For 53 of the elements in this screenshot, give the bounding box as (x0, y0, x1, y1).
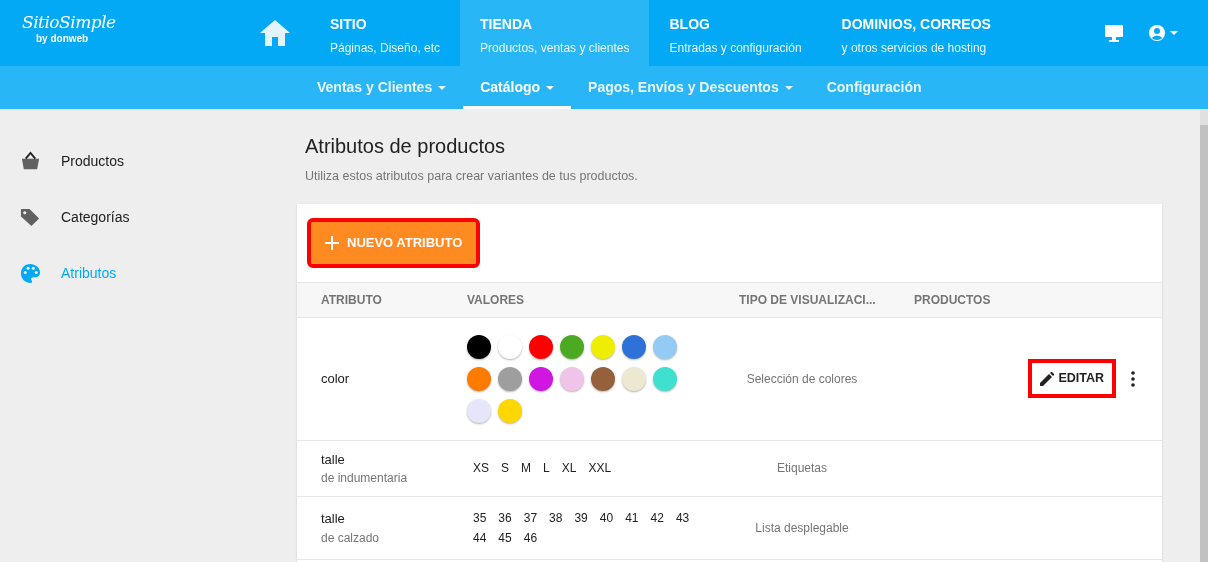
value-label: 37 (522, 509, 539, 527)
value-label: 35 (472, 509, 488, 527)
logo-byline: by donweb (35, 32, 90, 46)
value-label: 38 (548, 509, 564, 527)
value-label: S (500, 460, 511, 478)
sidebar-item[interactable]: Categorías (0, 189, 290, 245)
logo-text: SitioSimple (22, 14, 117, 31)
value-label: 45 (497, 529, 513, 547)
page-subtitle: Utiliza estos atributos para crear variantes de tus productos. (305, 168, 639, 185)
column-header: VALORES (467, 291, 526, 309)
attribute-name: talle (321, 510, 346, 528)
tag-icon (20, 206, 41, 228)
value-label: 46 (522, 529, 539, 547)
sidebar-item[interactable]: Productos (0, 133, 290, 189)
basket-icon (20, 150, 41, 172)
attribute-name: talle (321, 450, 346, 469)
value-label: M (520, 460, 533, 478)
value-label: 36 (497, 509, 513, 527)
sub-nav-tab[interactable]: Configuración (809, 66, 939, 109)
value-label: 40 (598, 509, 615, 527)
value-label: 42 (649, 509, 665, 527)
value-label: 43 (674, 509, 691, 527)
plus-icon (325, 235, 339, 250)
pencil-icon (1040, 371, 1055, 386)
column-header: PRODUCTOS (914, 291, 992, 309)
value-label: L (542, 460, 551, 478)
sub-nav-tab[interactable]: Catálogo (463, 66, 572, 109)
display-type: Selección de colores (745, 370, 859, 388)
display-type: Etiquetas (775, 460, 828, 478)
main-nav-tab[interactable]: SITIO Páginas, Diseño, etc (310, 0, 461, 66)
main-nav-tab[interactable]: TIENDA Productos, ventas y clientes (460, 0, 650, 66)
monitor-icon[interactable] (1104, 24, 1124, 42)
main-nav-tab[interactable]: BLOG Entradas y configuración (649, 0, 822, 66)
palette-icon (20, 262, 41, 284)
value-label: 44 (472, 529, 488, 547)
column-header: ATRIBUTO (321, 291, 383, 309)
attribute-detail: de calzado (321, 529, 381, 547)
value-label: XXL (587, 460, 613, 478)
sidebar-item[interactable]: Atributos (0, 245, 290, 301)
account-icon[interactable] (1148, 24, 1178, 42)
value-label: XS (472, 460, 490, 478)
page-title: Atributos de productos (305, 134, 507, 159)
value-label: 39 (573, 509, 589, 527)
column-header: TIPO DE VISUALIZACI... (739, 291, 877, 309)
sub-nav-tab[interactable]: Ventas y Clientes (300, 66, 464, 109)
display-type: Lista desplegable (754, 519, 850, 537)
sub-nav-tab[interactable]: Pagos, Envíos y Descuentos (571, 66, 810, 109)
attribute-detail: de indumentaria (321, 470, 409, 487)
value-label: 41 (624, 509, 640, 527)
value-label: XL (560, 460, 578, 478)
attribute-name: color (321, 370, 351, 388)
home-icon[interactable] (259, 19, 291, 47)
main-nav-tab[interactable]: DOMINIOS, CORREOS y otros servicios de hosting (821, 0, 1011, 66)
